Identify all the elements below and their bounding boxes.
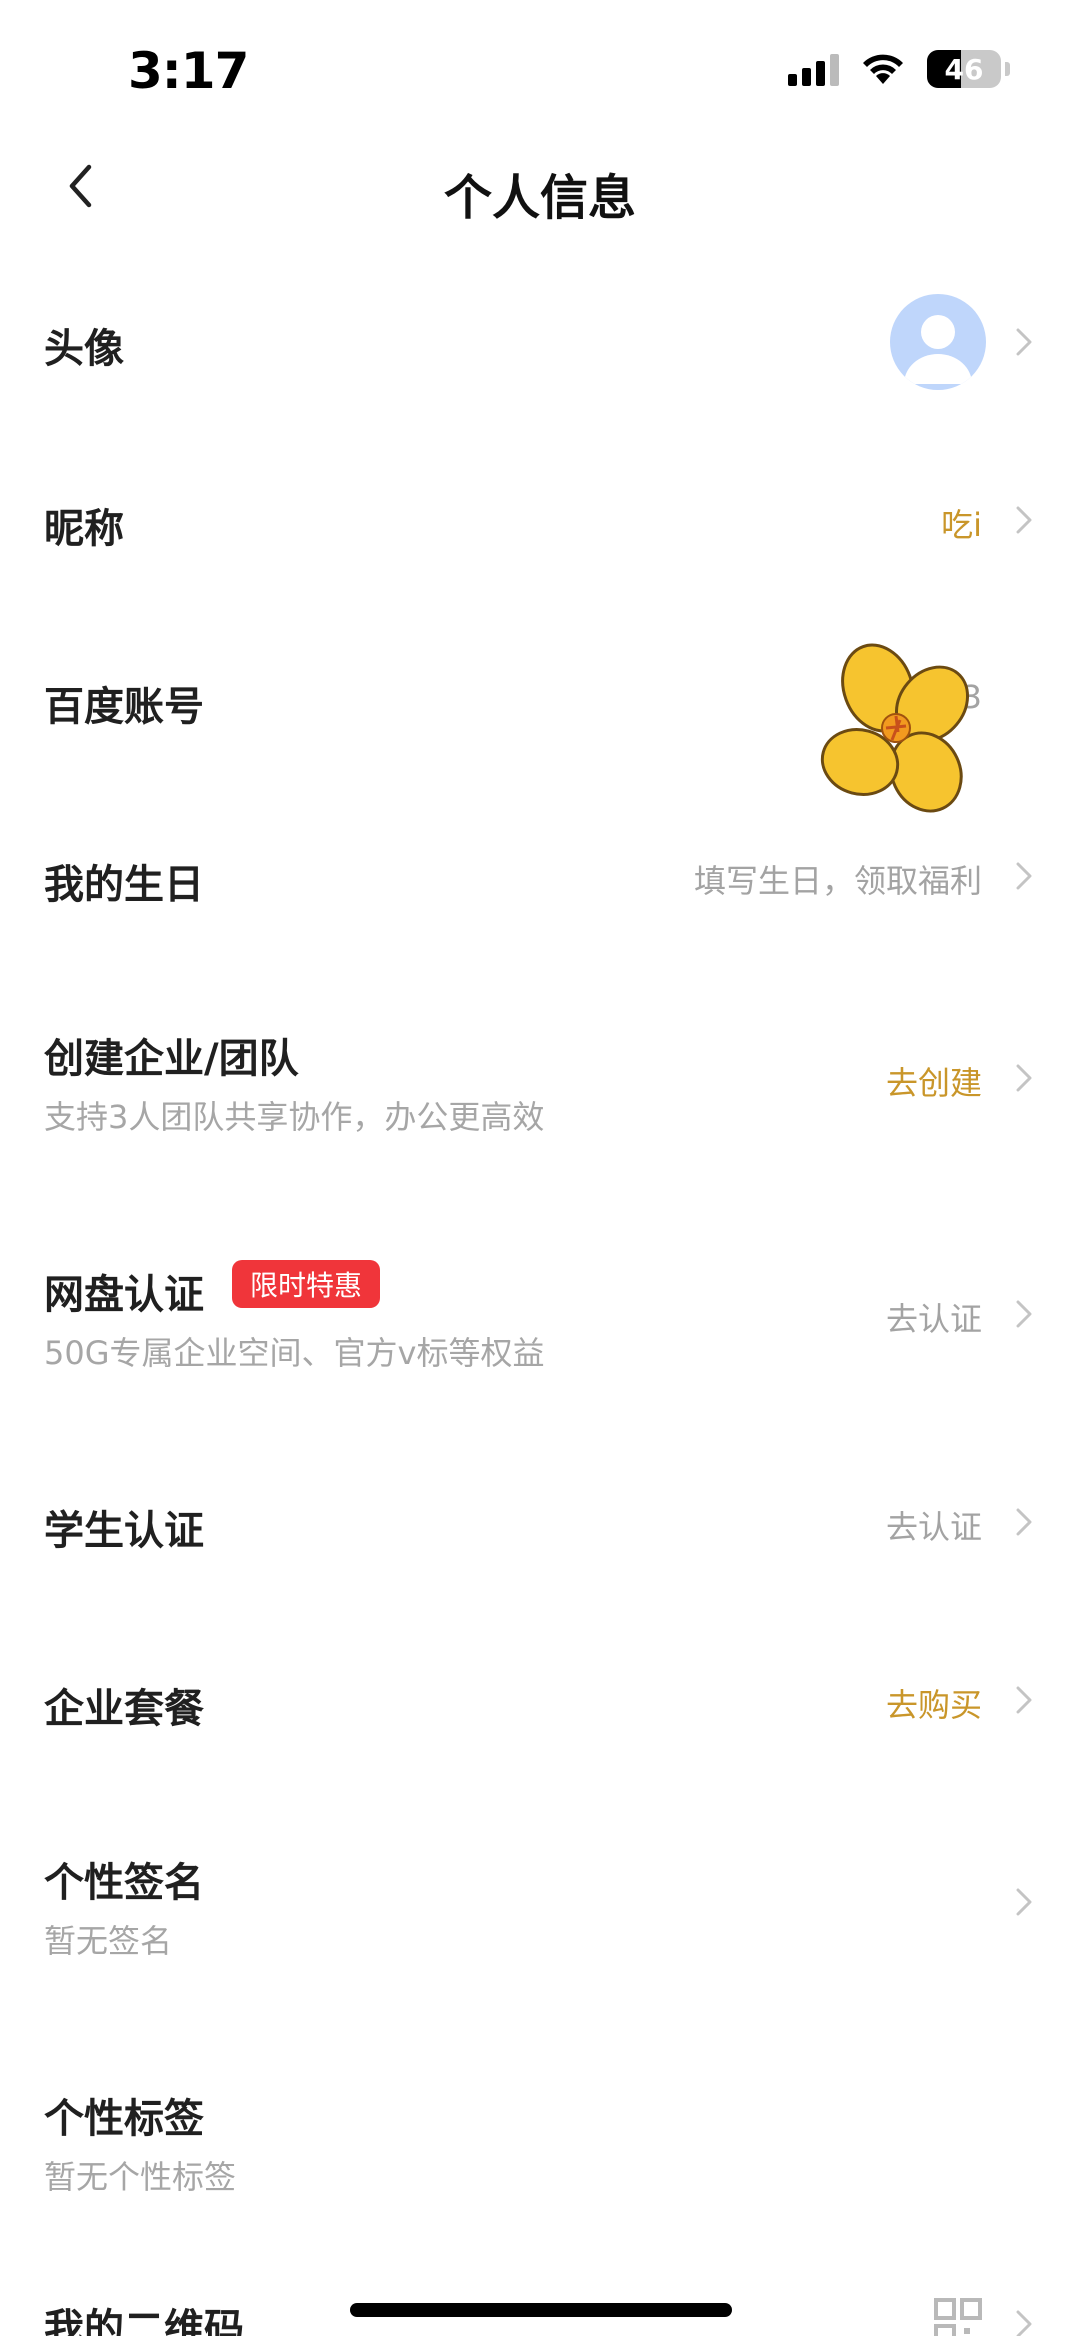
birthday-value: 填写生日，领取福利 (693, 862, 982, 900)
promo-badge: 限时特惠 (232, 1260, 381, 1308)
chevron-right-icon (1016, 506, 1032, 534)
row-signature-label: 个性签名 (44, 1860, 204, 1906)
row-tags[interactable]: 个性标签 暂无个性标签 (0, 2060, 1080, 2220)
row-avatar-label: 头像 (44, 326, 124, 372)
enterprise-plan-value: 去购买 (885, 1686, 982, 1724)
row-birthday-label: 我的生日 (44, 862, 204, 908)
nickname-value: 吃i (941, 506, 982, 544)
row-netdisk-cert[interactable]: 网盘认证 限时特惠 50G专属企业空间、官方v标等权益 去认证 (0, 1236, 1080, 1396)
status-time: 3:17 (128, 42, 249, 100)
row-netdisk-cert-sub: 50G专属企业空间、官方v标等权益 (44, 1334, 545, 1372)
avatar[interactable] (890, 294, 986, 390)
chevron-right-icon (1016, 1508, 1032, 1536)
chevron-right-icon (1016, 862, 1032, 890)
qr-code-icon[interactable] (934, 2298, 982, 2336)
row-nickname-label: 昵称 (44, 506, 124, 552)
chevron-right-icon (1016, 1064, 1032, 1092)
row-student-cert-label: 学生认证 (44, 1508, 204, 1554)
battery-tip (1005, 62, 1010, 76)
status-bar: 3:17 46 (0, 0, 1080, 140)
row-baidu-account-label: 百度账号 (44, 684, 204, 730)
chevron-right-icon (1016, 328, 1032, 356)
nav-bar: 个人信息 (0, 140, 1080, 236)
battery-level: 46 (944, 52, 984, 86)
row-nickname[interactable]: 昵称 吃i (0, 460, 1080, 580)
flower-sticker-icon (820, 643, 970, 813)
row-qrcode-label: 我的二维码 (44, 2306, 244, 2336)
page-title: 个人信息 (443, 170, 636, 226)
netdisk-cert-value: 去认证 (885, 1300, 982, 1338)
row-tags-sub: 暂无个性标签 (44, 2158, 237, 2196)
row-create-team-sub: 支持3人团队共享协作，办公更高效 (44, 1098, 545, 1136)
row-student-cert[interactable]: 学生认证 去认证 (0, 1462, 1080, 1582)
chevron-right-icon (1016, 1686, 1032, 1714)
create-team-value: 去创建 (885, 1064, 982, 1102)
student-cert-value: 去认证 (885, 1508, 982, 1546)
default-avatar-icon (904, 315, 972, 384)
chevron-right-icon (1016, 1888, 1032, 1916)
row-signature[interactable]: 个性签名 暂无签名 (0, 1824, 1080, 1984)
row-signature-sub: 暂无签名 (44, 1922, 173, 1960)
row-tags-label: 个性标签 (44, 2096, 204, 2142)
row-create-team-label: 创建企业/团队 (44, 1036, 299, 1082)
row-enterprise-plan-label: 企业套餐 (44, 1686, 204, 1732)
chevron-right-icon (1016, 1300, 1032, 1328)
row-netdisk-cert-label: 网盘认证 (44, 1272, 204, 1318)
row-create-team[interactable]: 创建企业/团队 支持3人团队共享协作，办公更高效 去创建 (0, 1000, 1080, 1160)
wifi-icon (863, 54, 903, 84)
chevron-right-icon (1016, 2310, 1032, 2336)
row-enterprise-plan[interactable]: 企业套餐 去购买 (0, 1640, 1080, 1760)
battery-icon: 46 (927, 50, 1001, 88)
cellular-signal-icon (788, 52, 839, 86)
home-indicator[interactable] (350, 2303, 732, 2317)
status-icons: 46 (788, 50, 1010, 88)
row-birthday[interactable]: 我的生日 填写生日，领取福利 (0, 816, 1080, 936)
